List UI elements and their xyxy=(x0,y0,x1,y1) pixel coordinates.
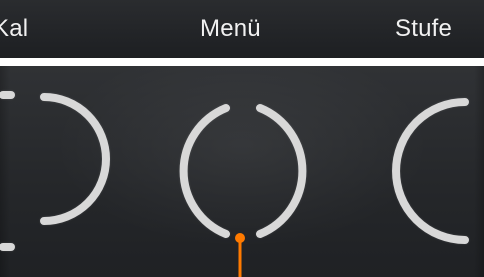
left-cooking-zone-icon[interactable] xyxy=(0,91,110,251)
top-menu-bar: Kal Menü Stufe xyxy=(0,0,484,58)
right-zone-left-arc xyxy=(392,98,469,244)
separator xyxy=(0,58,484,66)
active-zone-indicator-dot xyxy=(235,233,245,243)
cooking-zone-panel xyxy=(0,66,484,277)
menu-button[interactable]: Menü xyxy=(200,14,261,44)
right-cooking-zone-icon[interactable] xyxy=(392,98,469,244)
cooking-zones-graphic xyxy=(0,91,469,277)
center-zone-right-arc xyxy=(256,104,307,238)
left-zone-right-arc xyxy=(40,93,110,225)
kal-button[interactable]: Kal xyxy=(0,14,28,44)
center-cooking-zone-icon[interactable] xyxy=(179,104,307,277)
stufe-button[interactable]: Stufe xyxy=(395,14,452,44)
center-zone-left-arc xyxy=(179,104,230,238)
cooktop-control-screen: Kal Menü Stufe xyxy=(0,0,484,277)
